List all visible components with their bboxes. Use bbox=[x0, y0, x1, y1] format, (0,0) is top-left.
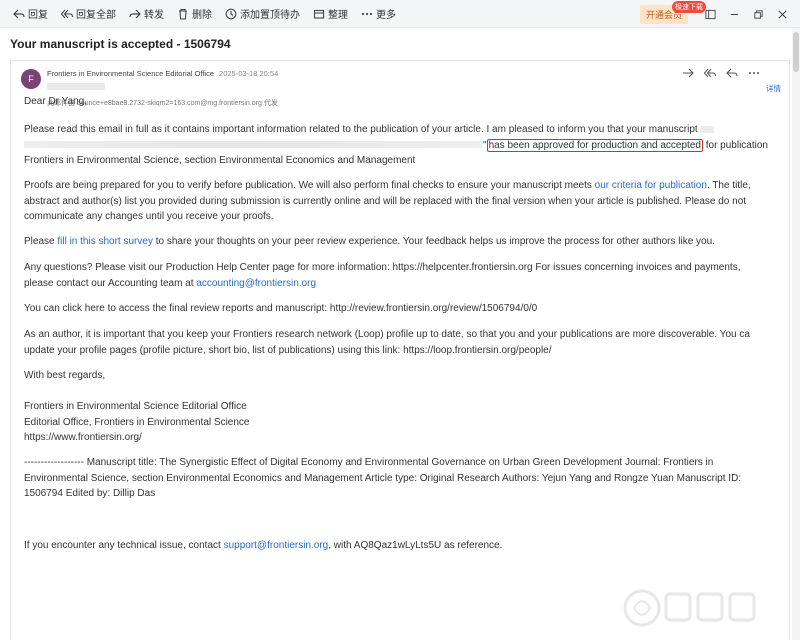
greeting: Dear Dr Yang, bbox=[24, 96, 87, 107]
more-button[interactable]: 更多 bbox=[354, 0, 402, 28]
email-subject: Your manuscript is accepted - 1506794 bbox=[10, 37, 231, 51]
forward-icon bbox=[128, 7, 141, 20]
window-controls: 开通会员 极速下载 bbox=[639, 0, 794, 28]
paragraph-line: Please fill in this short survey to shar… bbox=[24, 236, 715, 247]
reply-all-button[interactable]: 回复全部 bbox=[54, 0, 122, 28]
recipient-redacted bbox=[47, 83, 105, 90]
vip-badge: 极速下载 bbox=[671, 0, 706, 13]
reply-icon bbox=[12, 7, 25, 20]
trash-icon bbox=[176, 7, 189, 20]
redacted-title bbox=[24, 141, 482, 149]
scrollbar[interactable] bbox=[792, 28, 800, 640]
accounting-email-link[interactable]: accounting@frontiersin.org bbox=[196, 278, 316, 289]
paragraph-line: As an author, it is important that you k… bbox=[24, 329, 750, 340]
forward-button[interactable]: 转发 bbox=[122, 0, 170, 28]
survey-link[interactable]: fill in this short survey bbox=[57, 236, 153, 247]
scrollbar-thumb[interactable] bbox=[793, 32, 799, 72]
paragraph-line: " has been approved for production and ac… bbox=[24, 138, 776, 154]
manuscript-meta: 1506794 Edited by: Dillip Das bbox=[24, 488, 156, 499]
organize-button[interactable]: 整理 bbox=[306, 0, 354, 28]
paragraph-line: You can click here to access the final r… bbox=[24, 303, 538, 314]
paragraph-line: Frontiers in Environmental Science, sect… bbox=[24, 155, 416, 166]
regards: With best regards, bbox=[24, 370, 106, 381]
reply-button[interactable]: 回复 bbox=[6, 0, 54, 28]
delete-button[interactable]: 删除 bbox=[170, 0, 218, 28]
vip-button[interactable]: 开通会员 极速下载 bbox=[639, 0, 706, 24]
manuscript-meta: Environmental Science, section Environme… bbox=[24, 472, 742, 484]
paragraph-line: Proofs are being prepared for you to ver… bbox=[24, 180, 751, 191]
support-line: If you encounter any technical issue, co… bbox=[24, 539, 503, 551]
forward-icon[interactable] bbox=[677, 65, 699, 81]
paragraph-line: communicate any changes until you receiv… bbox=[24, 211, 274, 222]
sender-line: Frontiers in Environmental Science Edito… bbox=[47, 69, 278, 78]
reply-icon[interactable] bbox=[721, 65, 743, 81]
more-icon bbox=[360, 7, 373, 20]
close-icon[interactable] bbox=[770, 0, 794, 28]
sender-name[interactable]: Frontiers in Environmental Science Edito… bbox=[47, 69, 214, 78]
details-link[interactable]: 详情 bbox=[766, 83, 781, 94]
minimize-icon[interactable] bbox=[722, 0, 746, 28]
toolbar: 回复 回复全部 转发 删除 添加置顶待办 整理 更多 开通会员 极速下载 bbox=[0, 0, 800, 28]
paragraph-line: please contact our Accounting team at ac… bbox=[24, 277, 317, 289]
paragraph-line: Please read this email in full as it con… bbox=[24, 122, 776, 138]
folder-icon bbox=[312, 7, 325, 20]
redacted-text bbox=[700, 125, 715, 133]
paragraph-line: Any questions? Please visit our Producti… bbox=[24, 262, 741, 273]
more-icon[interactable] bbox=[743, 65, 765, 81]
clock-icon bbox=[224, 7, 237, 20]
signature-line: Frontiers in Environmental Science Edito… bbox=[24, 401, 247, 412]
paragraph-line: abstract and author(s) list you provided… bbox=[24, 195, 747, 207]
reply-all-icon[interactable] bbox=[699, 65, 721, 81]
support-email-link[interactable]: support@frontiersin.org bbox=[224, 540, 329, 551]
restore-icon[interactable] bbox=[746, 0, 770, 28]
reply-all-icon bbox=[60, 7, 73, 20]
avatar[interactable]: F bbox=[21, 69, 41, 89]
manuscript-meta: ------------------ Manuscript title: The… bbox=[24, 457, 714, 468]
highlighted-acceptance: has been approved for production and acc… bbox=[486, 138, 703, 152]
message-actions bbox=[677, 65, 765, 81]
signature-line: https://www.frontiersin.org/ bbox=[24, 432, 142, 443]
email-date: 2025-03-18 20:54 bbox=[219, 69, 279, 78]
criteria-link[interactable]: our criteria for publication bbox=[595, 180, 707, 191]
signature-line: Editorial Office, Frontiers in Environme… bbox=[24, 416, 250, 428]
pin-todo-button[interactable]: 添加置顶待办 bbox=[218, 0, 306, 28]
paragraph-line: update your profile pages (profile pictu… bbox=[24, 344, 552, 356]
